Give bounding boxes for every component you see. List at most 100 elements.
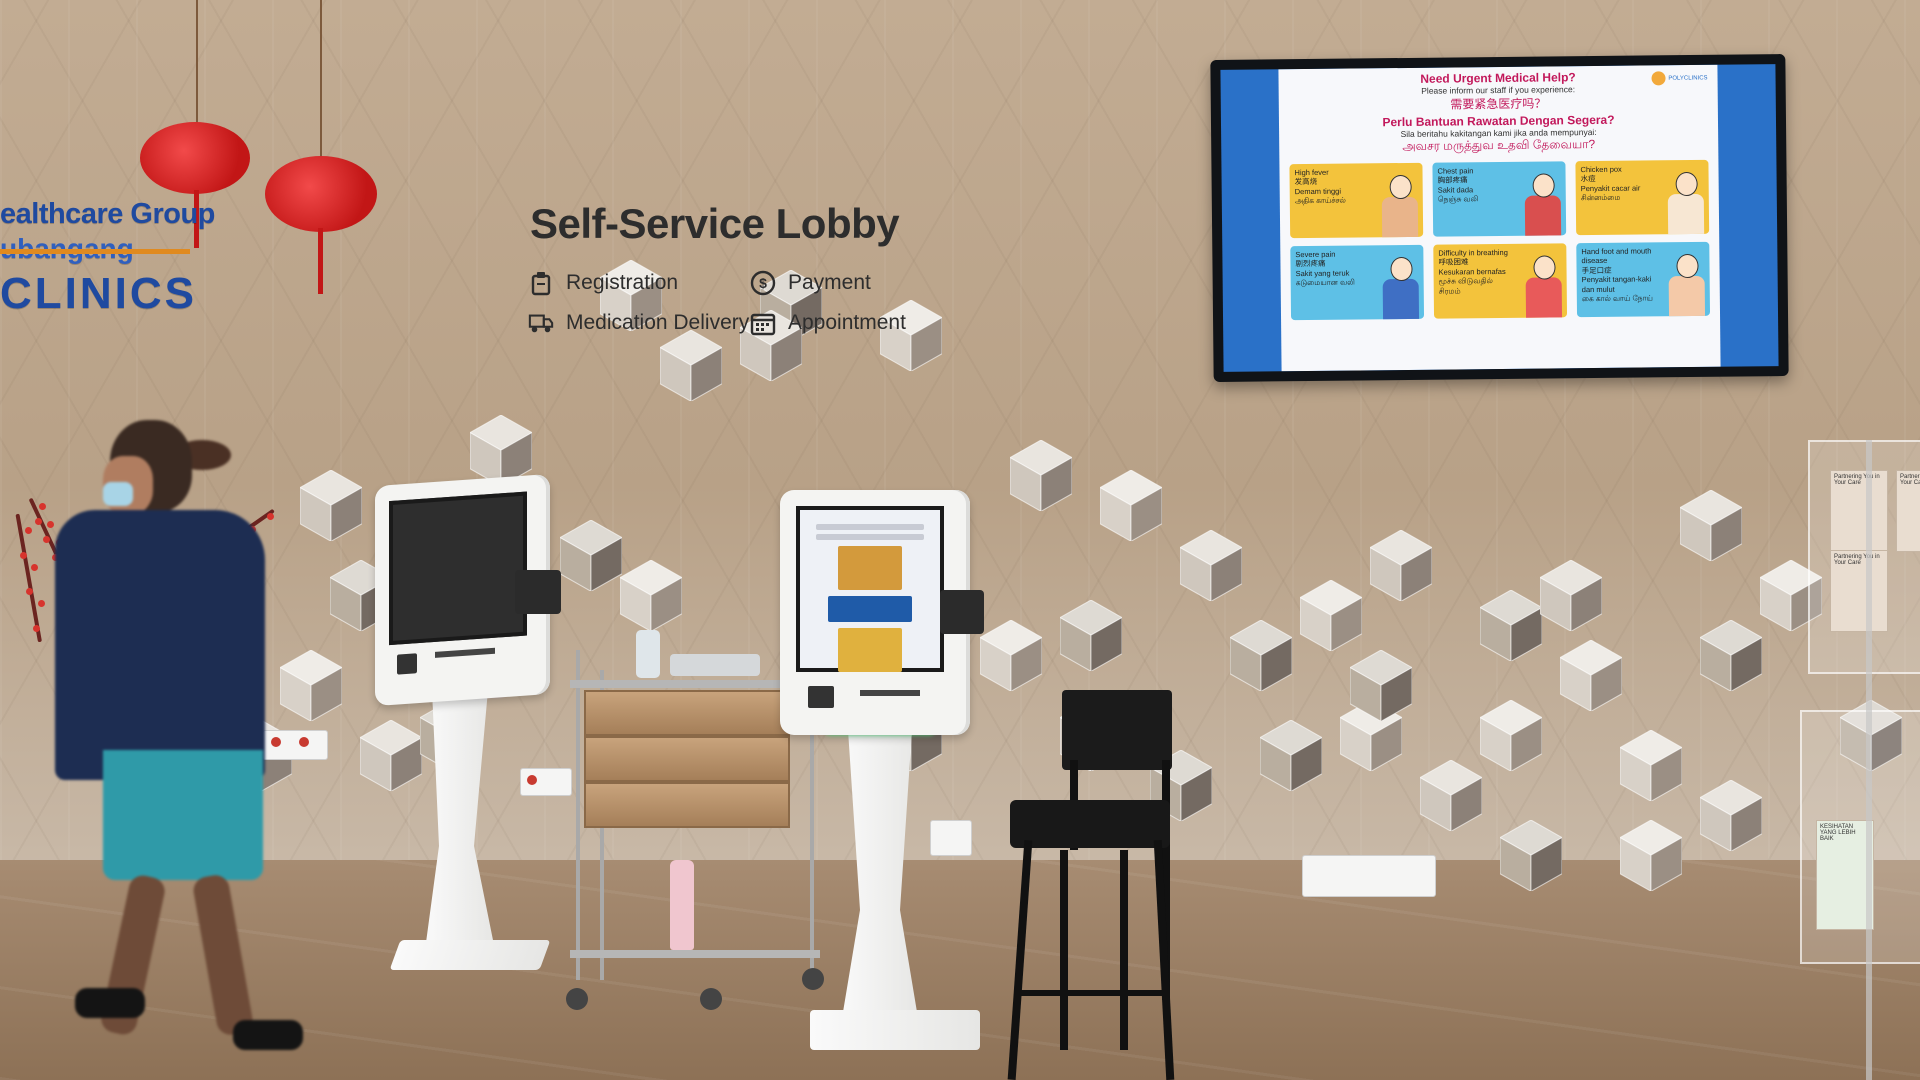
registration-icon [528,270,554,296]
stool-backrest [1062,690,1172,770]
sanitizer-bottle [636,630,660,678]
symptom-text-ms: Kesukaran bernafas [1438,266,1506,277]
cartoon-person-icon [1524,173,1562,236]
payment-terminal[interactable] [515,570,561,614]
cube-tile [1180,530,1242,602]
cartoon-person-icon [1382,256,1420,320]
black-shoe [233,1020,303,1050]
staff-member-walking [55,420,303,1080]
symptom-text-ta: கை கால் வாய் நோய் [1581,293,1654,304]
red-blossom [37,600,45,608]
service-medication-delivery: Medication Delivery [528,310,750,336]
self-service-kiosk-left [365,473,565,1000]
tv-screen: POLYCLINICS Need Urgent Medical Help? Pl… [1220,64,1779,372]
lobby-scene: ealthcare Group ubangang CLINICS Self-Se… [0,0,1920,1080]
brochure-title: Partnering You in Your Care [1834,554,1880,566]
calendar-icon [750,310,776,336]
logo-mark-icon [1651,71,1666,86]
cube-tile [1680,490,1742,562]
brochure-title: Partnering You in Your Care [1900,474,1920,486]
cartoon-head [1533,255,1556,280]
symptom-text-ta: கடுமையான வலி [1295,277,1355,288]
symptom-card: Severe pain 剧烈疼痛 Sakit yang teruk கடுமையான … [1290,244,1425,321]
navy-jacket [55,510,265,780]
cube-tile [1350,650,1412,722]
cartoon-head [1532,173,1555,198]
kiosk-app-screen [808,520,932,672]
urgent-help-poster: POLYCLINICS Need Urgent Medical Help? Pl… [1278,64,1721,372]
trolley-wheel [700,988,722,1010]
symptom-text-ta: சின்னம்மை [1580,192,1621,203]
brochure[interactable]: Partnering You in Your Care [1896,470,1920,552]
red-lantern [265,156,377,232]
cartoon-person-icon [1668,253,1706,317]
cube-tile [620,560,682,632]
symptom-card: Chest pain 胸部疼痛 Sakit dada நெஞ்சு வலி [1432,161,1567,237]
cube-tile [1620,820,1682,892]
cube-tile [1500,820,1562,892]
polyclinics-logo: POLYCLINICS [1617,71,1708,86]
brochure[interactable]: Partnering You in Your Care [1830,550,1888,632]
cartoon-person-icon [1381,174,1419,238]
brochure-rack: Partnering You in Your Care Partnering Y… [1800,440,1920,1080]
trolley-drawer[interactable] [584,690,790,736]
symptom-cards: High fever 发高烧 Demam tinggi அதிக காய்ச்சல் C… [1289,159,1711,321]
cartoon-head [1675,171,1698,197]
stool-seat [1010,800,1170,848]
service-label: Appointment [788,311,906,334]
kiosk-scanner [808,686,834,708]
brand-line-1: ealthcare Group [0,198,215,230]
service-label: Registration [566,271,679,294]
self-service-lobby-sign: Self-Service Lobby Registration $ Paymen… [528,200,948,336]
stool-leg [1007,840,1033,1080]
brand-line-3: CLINICS [0,269,197,318]
cube-tile [660,330,722,402]
svg-text:$: $ [759,275,767,291]
cube-tile [1420,760,1482,832]
trolley-rail [576,650,580,980]
symptom-text-en: Difficulty in breathing [1438,247,1508,258]
cube-tile [1010,440,1072,512]
cartoon-body [1381,196,1419,238]
trolley-drawer[interactable] [584,782,790,828]
cartoon-head [1676,253,1699,279]
lobby-services: Registration $ Payment Medication Delive… [528,270,948,336]
face-mask [103,482,133,506]
socket-switch [299,737,309,747]
red-blossom [32,624,40,632]
kiosk-stand [425,690,495,950]
screen-text-line [816,524,924,530]
cartoon-body [1667,193,1705,235]
cube-tile [1370,530,1432,602]
kiosk-base [810,1010,980,1050]
cartoon-body [1382,278,1420,320]
stool-leg [1120,850,1128,1050]
person-leg [191,873,255,1037]
black-bar-stool [990,690,1190,1080]
screen-button[interactable] [828,596,912,622]
cube-tile [1060,600,1122,672]
cube-tile [1700,780,1762,852]
kiosk-screen-off[interactable] [389,491,527,646]
cube-tile [1540,560,1602,632]
cube-tile [1300,580,1362,652]
red-lantern [140,122,250,194]
wall-tv-display: POLYCLINICS Need Urgent Medical Help? Pl… [1210,53,1789,383]
self-service-kiosk-right [770,490,990,1080]
trolley-wheel [566,988,588,1010]
screen-image [838,546,902,590]
kiosk-screen-on[interactable] [796,506,944,672]
cube-tile [1480,700,1542,772]
red-blossom [34,517,42,525]
brochure[interactable]: Partnering You in Your Care [1830,470,1888,552]
cube-tile [1260,720,1322,792]
stool-leg [1060,850,1068,1050]
lantern-string [320,0,322,160]
service-label: Medication Delivery [566,311,750,334]
service-registration: Registration [528,270,750,296]
kiosk-card-slot [435,647,495,658]
red-blossom [47,520,55,528]
screen-image [838,628,902,672]
trolley-drawer[interactable] [584,736,790,782]
payment-terminal[interactable] [940,590,984,634]
